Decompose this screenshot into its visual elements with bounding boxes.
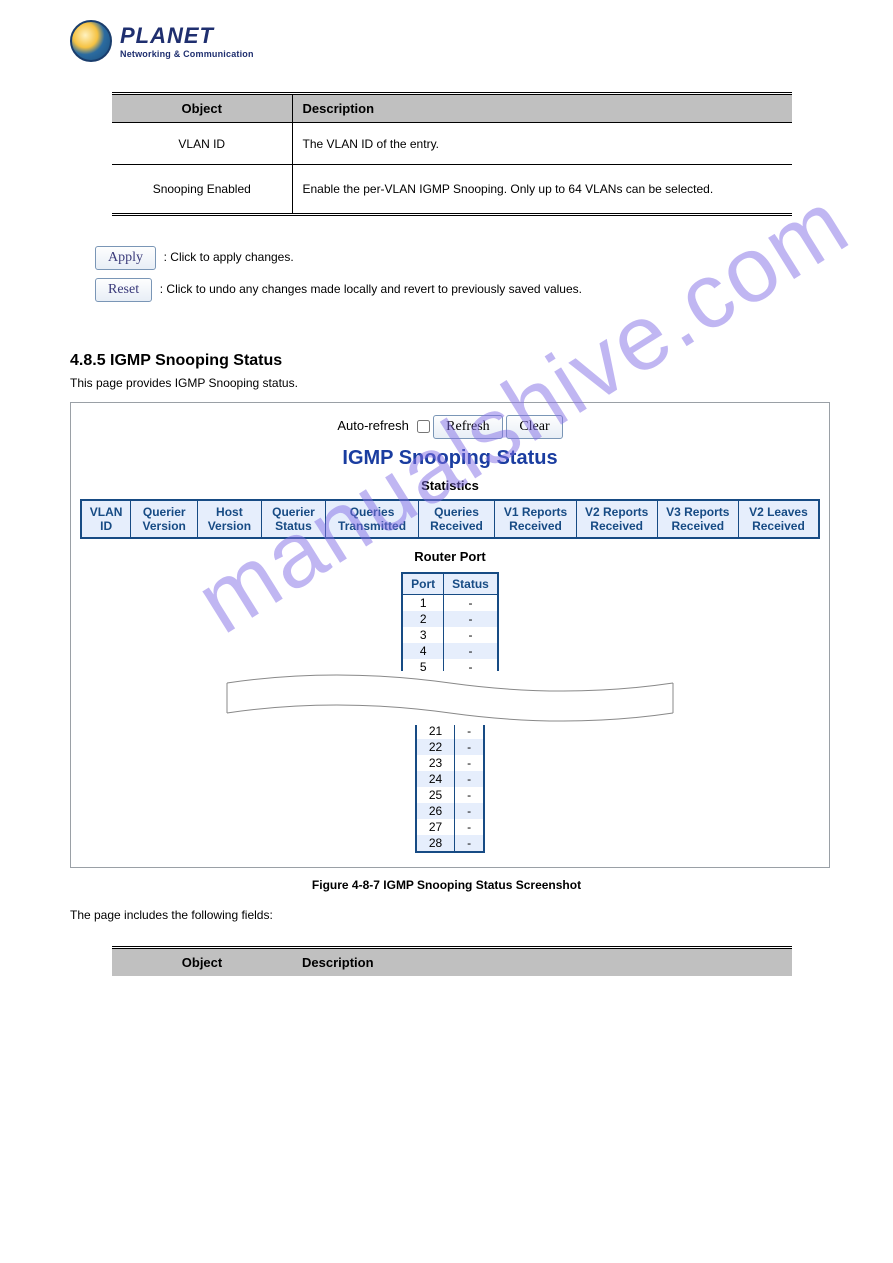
status-cell: - xyxy=(444,643,498,659)
brand-tagline: Networking & Communication xyxy=(120,49,254,59)
port-cell: 28 xyxy=(416,835,455,852)
auto-refresh-label: Auto-refresh xyxy=(337,418,409,433)
stats-col-v2-reports: V2 Reports Received xyxy=(576,500,657,538)
stats-col-v3-reports: V3 Reports Received xyxy=(657,500,738,538)
port-cell: 3 xyxy=(402,627,444,643)
port-cell: 24 xyxy=(416,771,455,787)
row-desc: The VLAN ID of the entry. xyxy=(292,123,792,165)
stats-col-querier-status: Querier Status xyxy=(261,500,326,538)
router-col-status: Status xyxy=(444,573,498,595)
status-cell: - xyxy=(455,771,485,787)
status-cell: - xyxy=(455,819,485,835)
page-fields-text: The page includes the following fields: xyxy=(70,908,823,922)
refresh-button[interactable]: Refresh xyxy=(433,415,503,439)
stats-col-vlan-id: VLAN ID xyxy=(81,500,131,538)
auto-refresh-checkbox[interactable] xyxy=(417,420,430,433)
row-object: VLAN ID xyxy=(112,123,292,165)
table-row: Snooping Enabled Enable the per-VLAN IGM… xyxy=(112,165,792,215)
reset-note: : Click to undo any changes made locally… xyxy=(160,282,582,296)
table-header-description: Description xyxy=(292,94,792,123)
status-cell: - xyxy=(444,595,498,612)
port-cell: 25 xyxy=(416,787,455,803)
port-cell: 4 xyxy=(402,643,444,659)
stats-col-v1-reports: V1 Reports Received xyxy=(495,500,576,538)
port-cell: 27 xyxy=(416,819,455,835)
statistics-table: VLAN ID Querier Version Host Version Que… xyxy=(80,499,820,539)
status-cell: - xyxy=(444,611,498,627)
clear-button[interactable]: Clear xyxy=(506,415,562,439)
status-cell: - xyxy=(455,755,485,771)
status-cell: - xyxy=(455,739,485,755)
object-description-table: Object Description Delete Check to delet… xyxy=(112,92,792,216)
status-cell: - xyxy=(455,787,485,803)
table-ellipsis-cut xyxy=(225,671,675,725)
stats-col-v2-leaves: V2 Leaves Received xyxy=(738,500,819,538)
apply-button[interactable]: Apply xyxy=(95,246,156,270)
port-cell: 1 xyxy=(402,595,444,612)
statistics-heading: Statistics xyxy=(79,478,821,493)
router-col-port: Port xyxy=(402,573,444,595)
row-desc: Enable the per-VLAN IGMP Snooping. Only … xyxy=(292,165,792,215)
brand-name: PLANET xyxy=(120,23,254,49)
fields-col-description: Description xyxy=(292,948,792,977)
section-heading: 4.8.5 IGMP Snooping Status xyxy=(70,352,823,370)
fields-col-object: Object xyxy=(112,948,292,977)
igmp-status-panel: Auto-refresh Refresh Clear IGMP Snooping… xyxy=(70,402,830,868)
fields-table-header: Object Description xyxy=(112,946,792,976)
stats-col-queries-rx: Queries Received xyxy=(418,500,495,538)
stats-col-queries-tx: Queries Transmitted xyxy=(326,500,418,538)
brand-logo: PLANET Networking & Communication xyxy=(70,20,823,62)
router-port-table: Port Status 1- 2- 3- 4- 5- xyxy=(401,572,499,677)
planet-globe-icon xyxy=(70,20,112,62)
stats-col-querier-version: Querier Version xyxy=(131,500,198,538)
port-cell: 23 xyxy=(416,755,455,771)
apply-note: : Click to apply changes. xyxy=(164,250,294,264)
router-port-table-continued: 21- 22- 23- 24- 25- 26- 27- 28- xyxy=(415,721,485,853)
status-cell: - xyxy=(444,627,498,643)
row-object: Snooping Enabled xyxy=(112,165,292,215)
port-cell: 22 xyxy=(416,739,455,755)
port-cell: 2 xyxy=(402,611,444,627)
port-cell: 26 xyxy=(416,803,455,819)
reset-button[interactable]: Reset xyxy=(95,278,152,302)
status-cell: - xyxy=(455,803,485,819)
figure-caption: Figure 4-8-7 IGMP Snooping Status Screen… xyxy=(70,878,823,892)
status-cell: - xyxy=(455,835,485,852)
section-description: This page provides IGMP Snooping status. xyxy=(70,376,823,390)
table-header-object: Object xyxy=(112,94,292,123)
router-port-heading: Router Port xyxy=(79,549,821,564)
panel-title: IGMP Snooping Status xyxy=(79,447,821,470)
stats-col-host-version: Host Version xyxy=(198,500,261,538)
table-row: VLAN ID The VLAN ID of the entry. xyxy=(112,123,792,165)
